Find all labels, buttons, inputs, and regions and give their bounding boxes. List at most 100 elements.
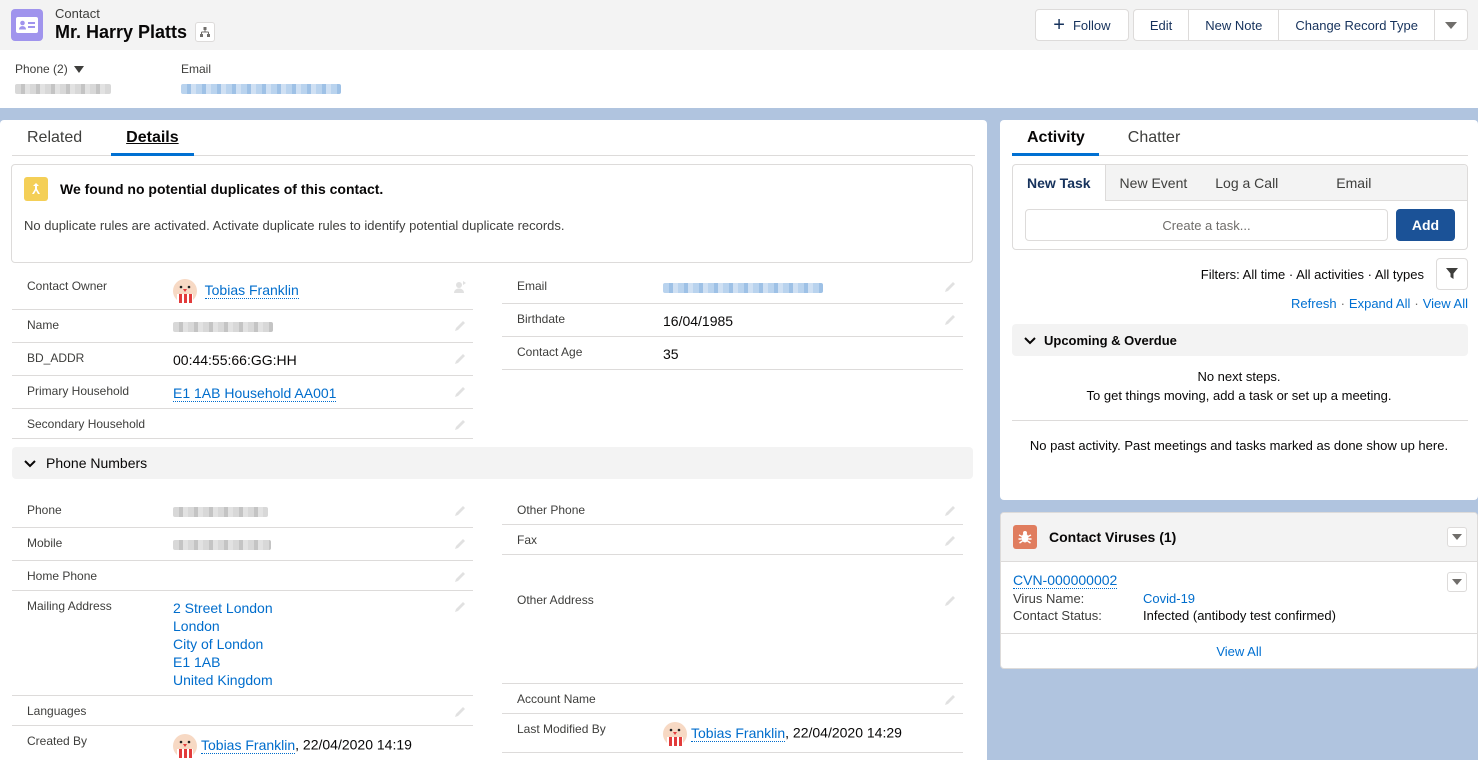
contact-fields: Contact Owner Tobias Franklin Name BD_AD… (0, 271, 987, 439)
field-label: Mailing Address (27, 599, 112, 613)
pencil-icon[interactable] (453, 385, 467, 399)
tab-related[interactable]: Related (12, 120, 97, 155)
user-avatar (173, 279, 197, 303)
pencil-icon[interactable] (453, 537, 467, 551)
upcoming-overdue-section[interactable]: Upcoming & Overdue (1012, 324, 1468, 356)
expand-all-link[interactable]: Expand All (1349, 296, 1410, 311)
more-actions-button[interactable] (1434, 9, 1468, 41)
field-label: Phone (27, 503, 62, 517)
tab-new-event[interactable]: New Event (1106, 165, 1202, 200)
field-label: Secondary Household (27, 417, 146, 431)
field-email: Contact Owner Email (502, 271, 963, 304)
pencil-icon[interactable] (943, 534, 957, 548)
section-phone-numbers[interactable]: Phone Numbers (12, 447, 973, 479)
email-value-redacted[interactable] (181, 84, 341, 94)
virus-record-link[interactable]: CVN-000000002 (1013, 572, 1118, 589)
filter-button[interactable] (1436, 258, 1468, 290)
field-mobile: Mobile (12, 528, 473, 561)
field-label: Contact Age (517, 345, 583, 359)
new-note-button[interactable]: New Note (1188, 9, 1279, 41)
pencil-icon[interactable] (453, 504, 467, 518)
field-label: Fax (517, 533, 538, 547)
tab-activity[interactable]: Activity (1012, 120, 1099, 156)
pencil-icon[interactable] (943, 693, 957, 707)
header-top: Contact Mr. Harry Platts + Follow Edit N… (0, 0, 1478, 50)
field-value (663, 585, 963, 599)
contact-icon (11, 9, 43, 41)
card-menu-button[interactable] (1447, 527, 1467, 547)
refresh-link[interactable]: Refresh (1291, 296, 1337, 311)
tab-email[interactable]: Email (1322, 165, 1385, 200)
follow-button[interactable]: + Follow (1034, 9, 1129, 41)
address-line[interactable]: London (173, 617, 473, 635)
field-label: Name (27, 318, 60, 332)
tab-chatter[interactable]: Chatter (1113, 120, 1195, 155)
filter-icon (1445, 266, 1459, 283)
activity-links: Refresh · Expand All · View All (1000, 296, 1468, 311)
field-other-phone: Other Phone (502, 495, 963, 525)
contact-viruses-card: Contact Viruses (1) CVN-000000002 Virus … (1000, 512, 1478, 669)
change-owner-icon[interactable] (453, 280, 467, 294)
phone-dropdown[interactable]: Phone (2) (15, 62, 111, 76)
create-task-input[interactable] (1025, 209, 1388, 241)
field-home-phone: Home Phone (12, 561, 473, 591)
field-label: Home Phone (27, 569, 98, 583)
field-value (663, 495, 963, 509)
action-button-group: Edit New Note Change Record Type (1132, 9, 1468, 41)
field-name: Name (12, 310, 473, 343)
field-birthdate: Birthdate 16/04/1985 (502, 304, 963, 337)
no-past-activity-message: No past activity. Past meetings and task… (1029, 438, 1449, 453)
pencil-icon[interactable] (943, 313, 957, 327)
get-moving-hint: To get things moving, add a task or set … (1086, 388, 1392, 403)
tab-new-task[interactable]: New Task (1013, 165, 1106, 201)
card-title[interactable]: Contact Viruses (1) (1049, 529, 1176, 545)
address-line[interactable]: United Kingdom (173, 671, 473, 689)
mailing-address-link[interactable]: 2 Street London London City of London E1… (173, 591, 473, 695)
tab-log-a-call[interactable]: Log a Call (1201, 165, 1292, 200)
last-modified-by-link[interactable]: Tobias Franklin (691, 724, 786, 742)
duplicate-title: We found no potential duplicates of this… (60, 181, 384, 197)
email-label: Email (181, 62, 212, 76)
phone-value-redacted (15, 84, 111, 94)
pencil-icon[interactable] (453, 319, 467, 333)
filters-summary: Filters: All time · All activities · All… (1200, 266, 1424, 282)
field-fax: Fax (502, 525, 963, 555)
view-all-viruses-link[interactable]: View All (1001, 644, 1477, 659)
modified-timestamp: , 22/04/2020 14:29 (785, 724, 902, 741)
activity-card: Activity Chatter New Task New Event Log … (1000, 120, 1478, 500)
caret-down-icon (1452, 579, 1462, 585)
add-task-button[interactable]: Add (1396, 209, 1455, 241)
contact-owner-link[interactable]: Tobias Franklin (204, 281, 299, 299)
contact-status-label: Contact Status: (1013, 608, 1102, 623)
record-menu-button[interactable] (1447, 572, 1467, 592)
pencil-icon[interactable] (943, 504, 957, 518)
virus-name-link[interactable]: Covid-19 (1143, 590, 1195, 607)
field-label: Other Address (517, 593, 594, 607)
edit-button[interactable]: Edit (1132, 9, 1189, 41)
pencil-icon[interactable] (453, 570, 467, 584)
hierarchy-button[interactable] (195, 22, 216, 42)
field-value (663, 525, 963, 539)
caret-down-icon (73, 65, 84, 73)
tab-details[interactable]: Details (111, 120, 195, 156)
section-title: Upcoming & Overdue (1044, 332, 1177, 348)
field-label: Birthdate (517, 312, 566, 326)
change-record-type-button[interactable]: Change Record Type (1278, 9, 1434, 41)
field-phone: Phone (12, 495, 473, 528)
pencil-icon[interactable] (453, 600, 467, 614)
pencil-icon[interactable] (453, 352, 467, 366)
name-value-redacted (173, 322, 273, 332)
view-all-link[interactable]: View All (1423, 296, 1468, 311)
primary-household-link[interactable]: E1 1AB Household AA001 (173, 385, 337, 402)
pencil-icon[interactable] (453, 705, 467, 719)
pencil-icon[interactable] (943, 594, 957, 608)
created-by-link[interactable]: Tobias Franklin (201, 736, 296, 754)
address-line[interactable]: City of London (173, 635, 473, 653)
email-value-redacted[interactable] (663, 283, 823, 293)
pencil-icon[interactable] (453, 418, 467, 432)
highlight-email: Email (181, 62, 341, 97)
address-line[interactable]: 2 Street London (173, 599, 473, 617)
created-timestamp: , 22/04/2020 14:19 (295, 736, 412, 753)
pencil-icon[interactable] (943, 280, 957, 294)
address-line[interactable]: E1 1AB (173, 653, 473, 671)
